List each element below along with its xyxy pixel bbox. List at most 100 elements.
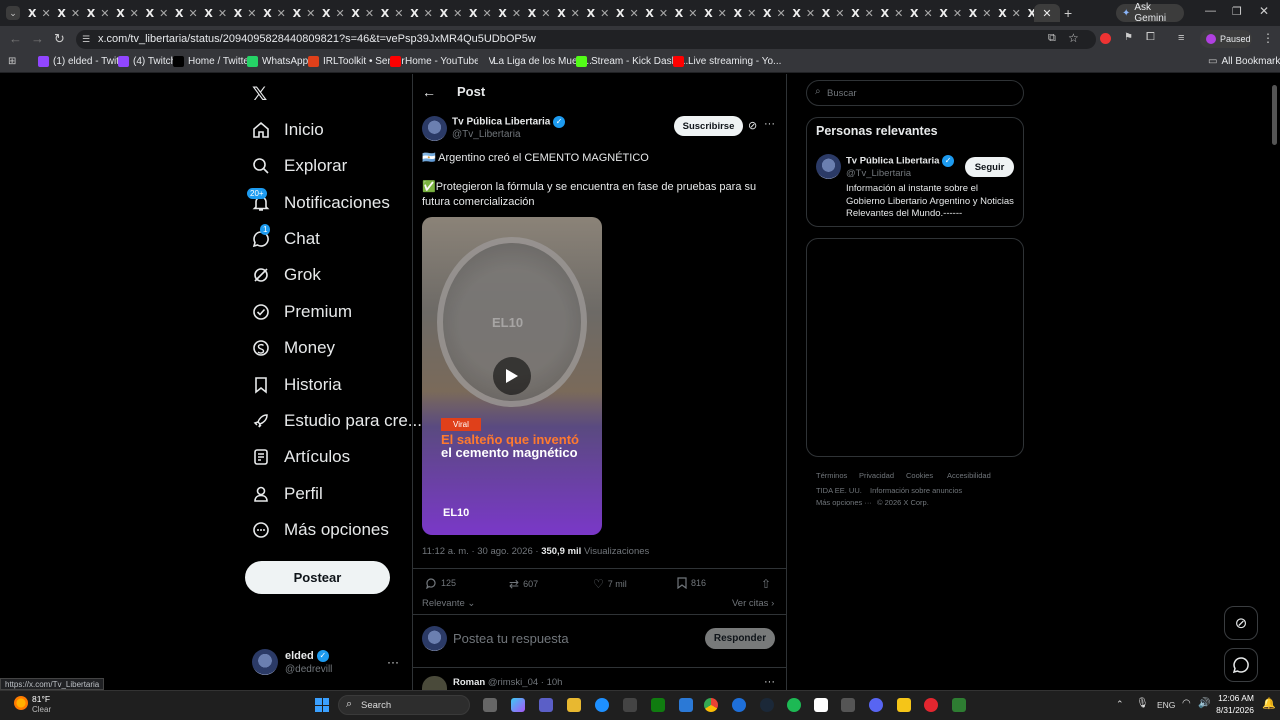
close-tab-icon[interactable]: ✕ — [41, 7, 50, 20]
close-tab-icon[interactable]: ✕ — [629, 7, 638, 20]
reply-author-name[interactable]: Roman — [453, 677, 485, 688]
close-tab-icon[interactable]: ✕ — [894, 7, 903, 20]
close-tab-icon[interactable]: ✕ — [953, 7, 962, 20]
back-arrow-icon[interactable]: ← — [422, 84, 436, 100]
browser-tab[interactable]: X✕ — [28, 4, 57, 22]
browser-tab[interactable]: X✕ — [146, 4, 175, 22]
reply-action[interactable]: 125 — [425, 577, 456, 589]
close-tab-icon[interactable]: ✕ — [453, 7, 462, 20]
footer-link[interactable]: Cookies — [906, 471, 933, 480]
browser-tab[interactable]: X✕ — [616, 4, 645, 22]
reply-author-avatar[interactable] — [422, 676, 447, 690]
close-tab-icon[interactable]: ✕ — [835, 7, 844, 20]
footer-link[interactable]: Accesibilidad — [947, 471, 991, 480]
relevant-person-name-row[interactable]: Tv Pública Libertaria ✓ — [846, 155, 955, 167]
browser-tab[interactable]: X✕ — [234, 4, 263, 22]
active-tab[interactable]: ✕ — [1034, 4, 1060, 22]
task-view-icon[interactable] — [483, 698, 497, 712]
nav-item-7[interactable]: Historia — [251, 371, 342, 399]
footer-link[interactable]: Más opciones ··· — [816, 498, 872, 507]
install-app-icon[interactable]: ⧉ — [1048, 32, 1056, 45]
close-tab-icon[interactable]: ✕ — [188, 7, 197, 20]
notifications-icon[interactable]: 🔔 — [1262, 697, 1276, 710]
reply-more-icon[interactable]: ··· — [764, 676, 775, 688]
notion-icon[interactable] — [814, 698, 828, 712]
grok-floating-button[interactable]: ⊘ — [1224, 606, 1258, 640]
ask-gemini-button[interactable]: ✦ Ask Gemini — [1116, 2, 1184, 24]
browser-tab[interactable]: X✕ — [116, 4, 145, 22]
browser-tab[interactable]: X✕ — [322, 4, 351, 22]
tab-search-button[interactable]: ⌄ — [6, 6, 20, 20]
page-scrollbar[interactable] — [1272, 85, 1277, 145]
close-tab-icon[interactable]: ✕ — [923, 7, 932, 20]
app-icon-3[interactable] — [897, 698, 911, 712]
browser-tab[interactable]: X✕ — [469, 4, 498, 22]
nav-item-0[interactable]: Inicio — [251, 116, 324, 144]
browser-tab[interactable]: X✕ — [57, 4, 86, 22]
browser-tab[interactable]: X✕ — [498, 4, 527, 22]
author-avatar[interactable] — [422, 116, 447, 141]
browser-tab[interactable]: X✕ — [204, 4, 233, 22]
follow-button[interactable]: Seguir — [965, 157, 1014, 177]
new-tab-button[interactable]: + — [1064, 5, 1072, 21]
browser-tab[interactable]: X✕ — [587, 4, 616, 22]
browser-tab[interactable]: X✕ — [175, 4, 204, 22]
grok-explain-icon[interactable]: ⊘ — [748, 119, 757, 132]
close-tab-icon[interactable]: ✕ — [424, 7, 433, 20]
profile-paused-button[interactable]: Paused — [1200, 30, 1252, 48]
extension-icon[interactable]: ⚑ — [1124, 32, 1133, 43]
close-tab-icon[interactable]: ✕ — [71, 7, 80, 20]
app-icon-2[interactable] — [732, 698, 746, 712]
volume-icon[interactable]: 🔊 — [1198, 698, 1210, 709]
messages-floating-button[interactable] — [1224, 648, 1258, 682]
reload-button[interactable]: ↻ — [54, 31, 65, 47]
close-tab-icon[interactable]: ✕ — [1012, 7, 1021, 20]
extensions-puzzle-icon[interactable]: ⧠ — [1146, 31, 1155, 44]
footer-link[interactable]: Privacidad — [859, 471, 894, 480]
footer-link[interactable]: Términos — [816, 471, 847, 480]
windows-start-icon[interactable] — [315, 698, 329, 712]
close-tab-icon[interactable]: ✕ — [247, 7, 256, 20]
post-more-icon[interactable]: ··· — [764, 118, 775, 130]
steam-icon[interactable] — [760, 698, 774, 712]
store-icon[interactable] — [623, 698, 637, 712]
browser-tab[interactable]: X✕ — [910, 4, 939, 22]
browser-tab[interactable]: X✕ — [969, 4, 998, 22]
bookmark-item[interactable]: Home / Twitter — [173, 56, 252, 67]
weather-icon[interactable] — [14, 696, 28, 710]
close-tab-icon[interactable]: ✕ — [482, 7, 491, 20]
browser-tab[interactable]: X✕ — [881, 4, 910, 22]
share-action[interactable]: ⇧ — [761, 577, 771, 591]
app-icon[interactable] — [679, 698, 693, 712]
browser-tab[interactable]: X✕ — [528, 4, 557, 22]
close-tab-icon[interactable]: ✕ — [776, 7, 785, 20]
close-tab-icon[interactable]: ✕ — [747, 7, 756, 20]
nav-item-11[interactable]: Más opciones — [251, 516, 389, 544]
close-tab-icon[interactable]: ✕ — [130, 7, 139, 20]
account-menu-icon[interactable]: ··· — [387, 655, 399, 669]
account-avatar[interactable] — [252, 649, 278, 675]
maximize-button[interactable]: ❐ — [1232, 5, 1242, 18]
close-tab-icon[interactable]: ✕ — [277, 7, 286, 20]
view-quotes-link[interactable]: Ver citas › — [732, 598, 774, 609]
close-tab-icon[interactable]: ✕ — [512, 7, 521, 20]
app-icon-4[interactable] — [924, 698, 938, 712]
clock-date[interactable]: 8/31/2026 — [1212, 705, 1254, 715]
close-tab-icon[interactable]: ✕ — [659, 7, 668, 20]
subscribe-button[interactable]: Suscribirse — [674, 116, 743, 136]
browser-tab[interactable]: X✕ — [704, 4, 733, 22]
close-tab-icon[interactable]: ✕ — [306, 7, 315, 20]
nav-item-5[interactable]: Premium — [251, 298, 352, 326]
language-indicator[interactable]: ENG — [1157, 700, 1175, 710]
browser-tab[interactable]: X✕ — [381, 4, 410, 22]
nav-item-2[interactable]: 20+ Notificaciones — [247, 188, 390, 217]
browser-tab[interactable]: X✕ — [851, 4, 880, 22]
nav-item-8[interactable]: Estudio para cre... — [251, 407, 422, 435]
play-icon[interactable] — [493, 357, 531, 395]
wifi-icon[interactable]: ◠ — [1182, 698, 1191, 709]
x-logo-icon[interactable]: 𝕏 — [252, 83, 267, 105]
browser-tab[interactable]: X✕ — [734, 4, 763, 22]
browser-tab[interactable]: X✕ — [87, 4, 116, 22]
browser-tab[interactable]: X✕ — [822, 4, 851, 22]
browser-tab[interactable]: X✕ — [998, 4, 1027, 22]
